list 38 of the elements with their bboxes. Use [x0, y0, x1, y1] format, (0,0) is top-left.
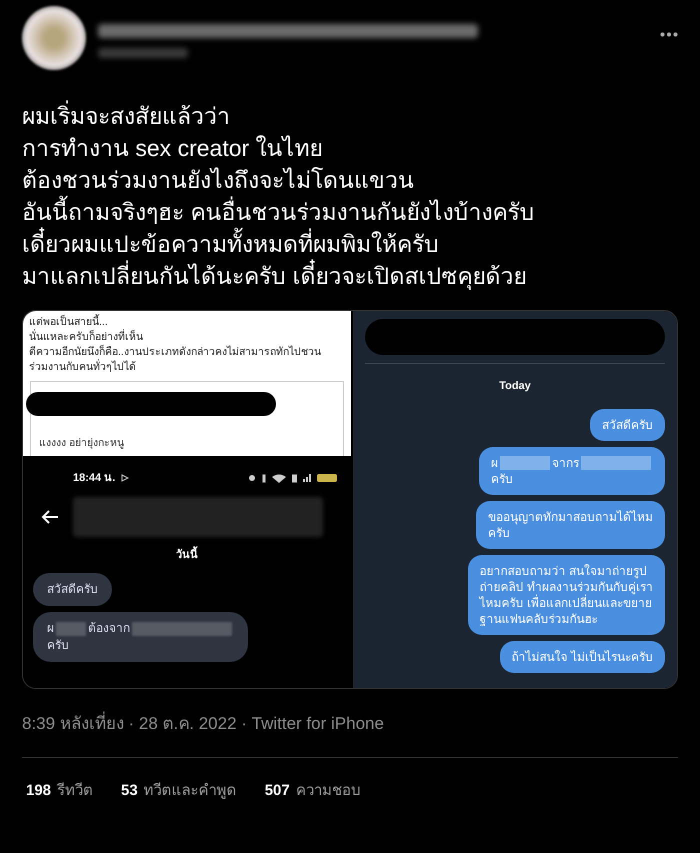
stat-label[interactable]: รีทวีต [57, 780, 94, 802]
avatar[interactable] [22, 6, 86, 70]
message-bubble: ขออนุญาตทักมาสอบถามได้ไหม ครับ [476, 500, 665, 548]
blurred-text [500, 456, 550, 470]
message-bubble: อยากสอบถามว่า สนใจมาถ่ายรูป ถ่ายคลิป ทำผลงานร่วมกันกับคู่เรา ไหมครับ เพื่อแลกเปลี่ยนและขยาย ฐานแฟนคลับร่วมกันฮะ [468, 554, 665, 634]
tweet-text-line: ต้องชวนร่วมงานยังไงถึงจะไม่โดนแขวน [22, 166, 415, 195]
battery-icon [317, 474, 337, 482]
back-arrow-icon[interactable] [41, 510, 59, 524]
message-bubble: ถ้าไม่สนใจ ไม่เป็นไรนะครับ [500, 640, 665, 672]
blurred-text [581, 456, 651, 470]
stat-label[interactable]: ทวีตและคำพูด [144, 780, 237, 802]
more-icon[interactable] [660, 32, 678, 37]
post-text-line: นั่นแหละครับก็อย่างที่เห็น [29, 330, 144, 344]
quote-text: แงงงง อย่ายุ่งกะหนู [39, 436, 125, 452]
tweet-timestamp: 8:39 หลังเที่ยง · 28 ต.ค. 2022 · Twitter for iPhone [0, 711, 700, 736]
stat-count: 198 [26, 780, 52, 800]
message-bubble: ผ ต้องจาก ครับ [33, 612, 248, 662]
date-label: วันนี้ [176, 546, 198, 563]
tweet-text-line: เดี๋ยวผมแปะข้อความทั้งหมดที่ผมพิมให้ครับ [22, 228, 678, 260]
stat-count: 53 [121, 780, 138, 800]
tweet-text-line: มาแลกเปลี่ยนกันได้นะครับ เดี๋ยวจะเปิดสเปซคุยด้วย [22, 260, 678, 292]
message-bubble: ผ จากร ครับ [479, 446, 665, 494]
tweet-text-line: ผมเริ่มจะสงสัยแล้วว่า [22, 100, 678, 132]
signal-icon [303, 474, 311, 482]
date-label: Today [499, 379, 531, 394]
tweet-text-line: การทำงาน sex creator ในไทย [22, 134, 324, 163]
post-text-line: ร่วมงานกับคนทั่วๆไปได้ [29, 360, 137, 375]
message-bubble: สวัสดีครับ [590, 408, 665, 440]
post-text-line: แต่พอเป็นสายนี้... [29, 315, 109, 329]
stat-count: 507 [264, 780, 290, 800]
blurred-text [56, 622, 86, 636]
tweet-text-line: อันนี้ถามจริงๆฮะ คนอื่นชวนร่วมงานกันยังไงบ้างครับ [22, 196, 678, 228]
status-time: 18:44 น. [73, 471, 116, 486]
play-icon [121, 474, 130, 482]
wifi-icon [272, 474, 286, 483]
message-bubble: สวัสดีครับ [33, 573, 112, 606]
stat-label[interactable]: ความชอบ [296, 780, 361, 802]
post-text-line: ตีความอีกนัยนึงก็คือ..งานประเภทดังกล่าวคงไม่สามารถทักไปชวน [29, 345, 322, 359]
